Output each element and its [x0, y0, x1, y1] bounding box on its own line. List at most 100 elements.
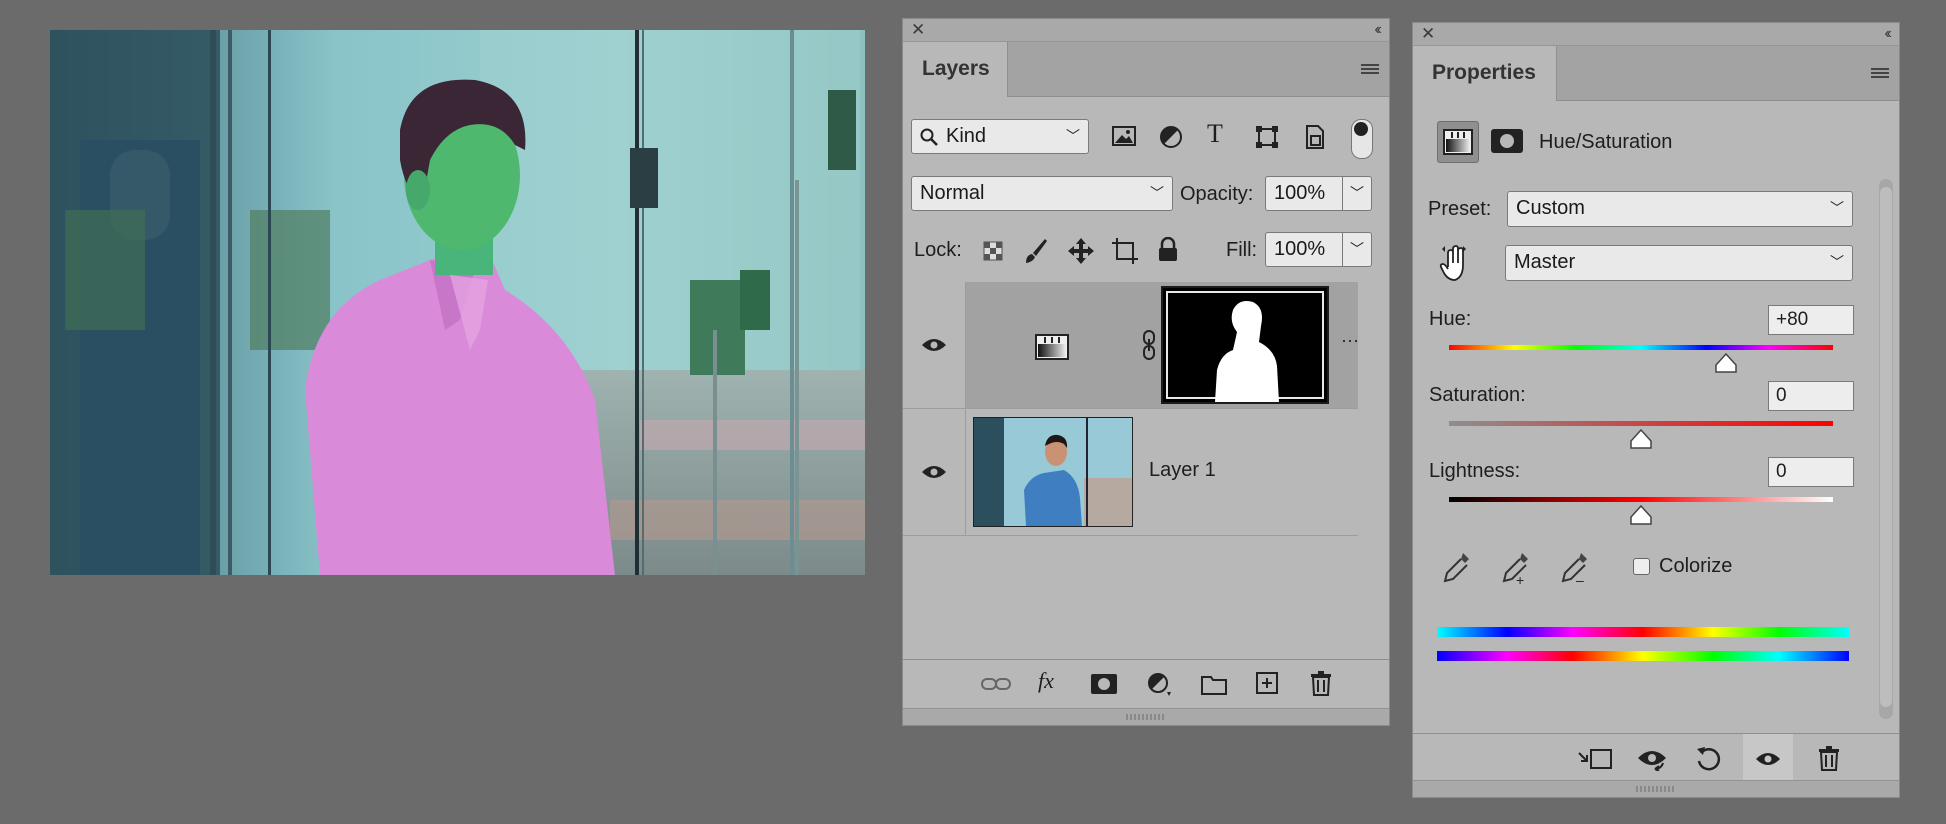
- opacity-dropdown-button[interactable]: ﹀: [1342, 176, 1372, 211]
- opacity-label: Opacity:: [1180, 183, 1254, 205]
- panel-resize-grip[interactable]: [1413, 780, 1899, 797]
- blend-mode-dropdown[interactable]: Normal ﹀: [911, 176, 1173, 211]
- tab-properties[interactable]: Properties: [1413, 46, 1557, 101]
- panel-menu-icon[interactable]: [1361, 64, 1379, 76]
- opacity-input[interactable]: 100%: [1265, 176, 1343, 211]
- fill-label: Fill:: [1226, 239, 1258, 261]
- fill-input[interactable]: 100%: [1265, 232, 1343, 267]
- colorize-label: Colorize: [1659, 555, 1733, 577]
- new-fill-adjustment-layer-icon[interactable]: [1147, 672, 1173, 698]
- search-icon: [920, 128, 938, 146]
- new-group-folder-icon[interactable]: [1201, 673, 1227, 695]
- filter-shape-layers-icon[interactable]: [1255, 125, 1279, 149]
- chevron-down-icon: ﹀: [1066, 128, 1080, 144]
- svg-text:+: +: [1516, 572, 1524, 585]
- lock-position-icon[interactable]: [1067, 237, 1095, 265]
- clip-to-layer-icon[interactable]: [1577, 747, 1613, 771]
- saturation-slider-track[interactable]: [1449, 421, 1833, 426]
- link-layers-icon[interactable]: [981, 674, 1011, 694]
- eye-icon: [922, 466, 946, 478]
- chevron-down-icon: ﹀: [1150, 185, 1164, 201]
- mask-link-icon[interactable]: [1141, 330, 1157, 360]
- targeted-adjustment-hand-icon[interactable]: [1439, 243, 1469, 283]
- properties-scrollbar[interactable]: [1879, 179, 1893, 719]
- add-to-sample-eyedropper-icon[interactable]: +: [1500, 551, 1530, 585]
- filter-smart-objects-icon[interactable]: [1303, 124, 1327, 150]
- filter-type-layers-icon[interactable]: T: [1207, 119, 1223, 149]
- more-options-icon[interactable]: ···: [1341, 330, 1359, 351]
- panel-tabbar: Layers: [903, 42, 1389, 97]
- collapse-panel-icon[interactable]: ‹‹: [1374, 20, 1381, 40]
- delete-adjustment-trash-icon[interactable]: [1818, 745, 1840, 771]
- panel-menu-icon[interactable]: [1871, 68, 1889, 80]
- input-color-bar: [1437, 627, 1849, 637]
- saturation-label: Saturation:: [1429, 384, 1526, 406]
- channel-value: Master: [1514, 251, 1576, 273]
- channel-dropdown[interactable]: Master ﹀: [1505, 245, 1853, 281]
- lightness-value-input[interactable]: 0: [1768, 457, 1854, 487]
- view-previous-state-icon[interactable]: [1637, 747, 1671, 771]
- layer-1-name[interactable]: Layer 1: [1149, 459, 1216, 482]
- filter-kind-label: Kind: [946, 125, 987, 147]
- layers-footer-toolbar: fx: [903, 659, 1389, 708]
- eye-icon: [922, 339, 946, 351]
- panel-resize-grip[interactable]: [903, 708, 1389, 725]
- close-icon[interactable]: ✕: [911, 20, 925, 40]
- hue-label: Hue:: [1429, 308, 1472, 330]
- lock-all-icon[interactable]: [1157, 237, 1179, 263]
- panel-tabbar: Properties: [1413, 46, 1899, 101]
- reset-adjustment-icon[interactable]: [1695, 745, 1723, 773]
- new-layer-icon[interactable]: [1256, 672, 1278, 694]
- layer-visibility-toggle[interactable]: [903, 409, 966, 535]
- adjustment-settings-button[interactable]: [1437, 121, 1479, 163]
- lightness-label: Lightness:: [1429, 460, 1521, 482]
- canvas-document-image[interactable]: [50, 30, 865, 575]
- colorize-checkbox[interactable]: [1633, 558, 1650, 575]
- hue-value-input[interactable]: +80: [1768, 305, 1854, 335]
- preset-value: Custom: [1516, 197, 1585, 219]
- delete-layer-trash-icon[interactable]: [1310, 670, 1332, 696]
- eyedropper-icon[interactable]: [1441, 551, 1471, 585]
- mask-settings-icon[interactable]: [1491, 129, 1523, 153]
- hue-saturation-adjustment-icon: [1035, 334, 1069, 360]
- add-layer-mask-icon[interactable]: [1091, 674, 1117, 694]
- blend-mode-value: Normal: [920, 182, 985, 204]
- panel-titlebar[interactable]: ✕ ‹‹: [1413, 23, 1899, 46]
- layer-visibility-toggle[interactable]: [903, 282, 966, 408]
- svg-text:–: –: [1576, 572, 1584, 585]
- filter-toggle-switch[interactable]: [1351, 119, 1373, 159]
- output-color-bar: [1437, 651, 1849, 661]
- lock-artboard-icon[interactable]: [1111, 237, 1139, 265]
- eye-icon: [1756, 753, 1780, 765]
- properties-panel: ✕ ‹‹ Properties Hue/Saturation Preset: C…: [1412, 22, 1900, 798]
- layer-style-fx-icon[interactable]: fx: [1038, 668, 1054, 694]
- layer-mask-thumbnail[interactable]: [1161, 286, 1329, 404]
- chevron-down-icon: ﹀: [1830, 254, 1844, 270]
- layers-panel: ✕ ‹‹ Layers Kind ﹀ T Normal ﹀ Opacity: 1…: [902, 18, 1390, 726]
- toggle-layer-visibility-button[interactable]: [1743, 734, 1793, 784]
- lock-transparent-pixels-icon[interactable]: [983, 241, 1003, 261]
- lightness-slider-track[interactable]: [1449, 497, 1833, 502]
- filter-kind-dropdown[interactable]: Kind ﹀: [911, 119, 1089, 154]
- layer-1-thumbnail[interactable]: [973, 417, 1133, 527]
- properties-footer-toolbar: [1413, 733, 1899, 784]
- saturation-value-input[interactable]: 0: [1768, 381, 1854, 411]
- layer-row-hue-saturation[interactable]: ···: [903, 282, 1359, 409]
- close-icon[interactable]: ✕: [1421, 24, 1435, 44]
- lock-label: Lock:: [914, 239, 962, 261]
- collapse-panel-icon[interactable]: ‹‹: [1884, 24, 1891, 44]
- tab-layers[interactable]: Layers: [903, 42, 1008, 97]
- adjustment-title: Hue/Saturation: [1539, 131, 1673, 153]
- hue-saturation-adjustment-icon: [1443, 129, 1473, 155]
- filter-adjustment-layers-icon[interactable]: [1159, 125, 1183, 149]
- panel-titlebar[interactable]: ✕ ‹‹: [903, 19, 1389, 42]
- filter-pixel-layers-icon[interactable]: [1111, 125, 1137, 147]
- preset-dropdown[interactable]: Custom ﹀: [1507, 191, 1853, 227]
- chevron-down-icon: ﹀: [1830, 200, 1844, 216]
- hue-slider-track[interactable]: [1449, 345, 1833, 350]
- preset-label: Preset:: [1428, 198, 1492, 220]
- lock-image-pixels-icon[interactable]: [1023, 237, 1049, 265]
- fill-dropdown-button[interactable]: ﹀: [1342, 232, 1372, 267]
- subtract-from-sample-eyedropper-icon[interactable]: –: [1559, 551, 1589, 585]
- layer-row-layer-1[interactable]: Layer 1: [903, 409, 1358, 536]
